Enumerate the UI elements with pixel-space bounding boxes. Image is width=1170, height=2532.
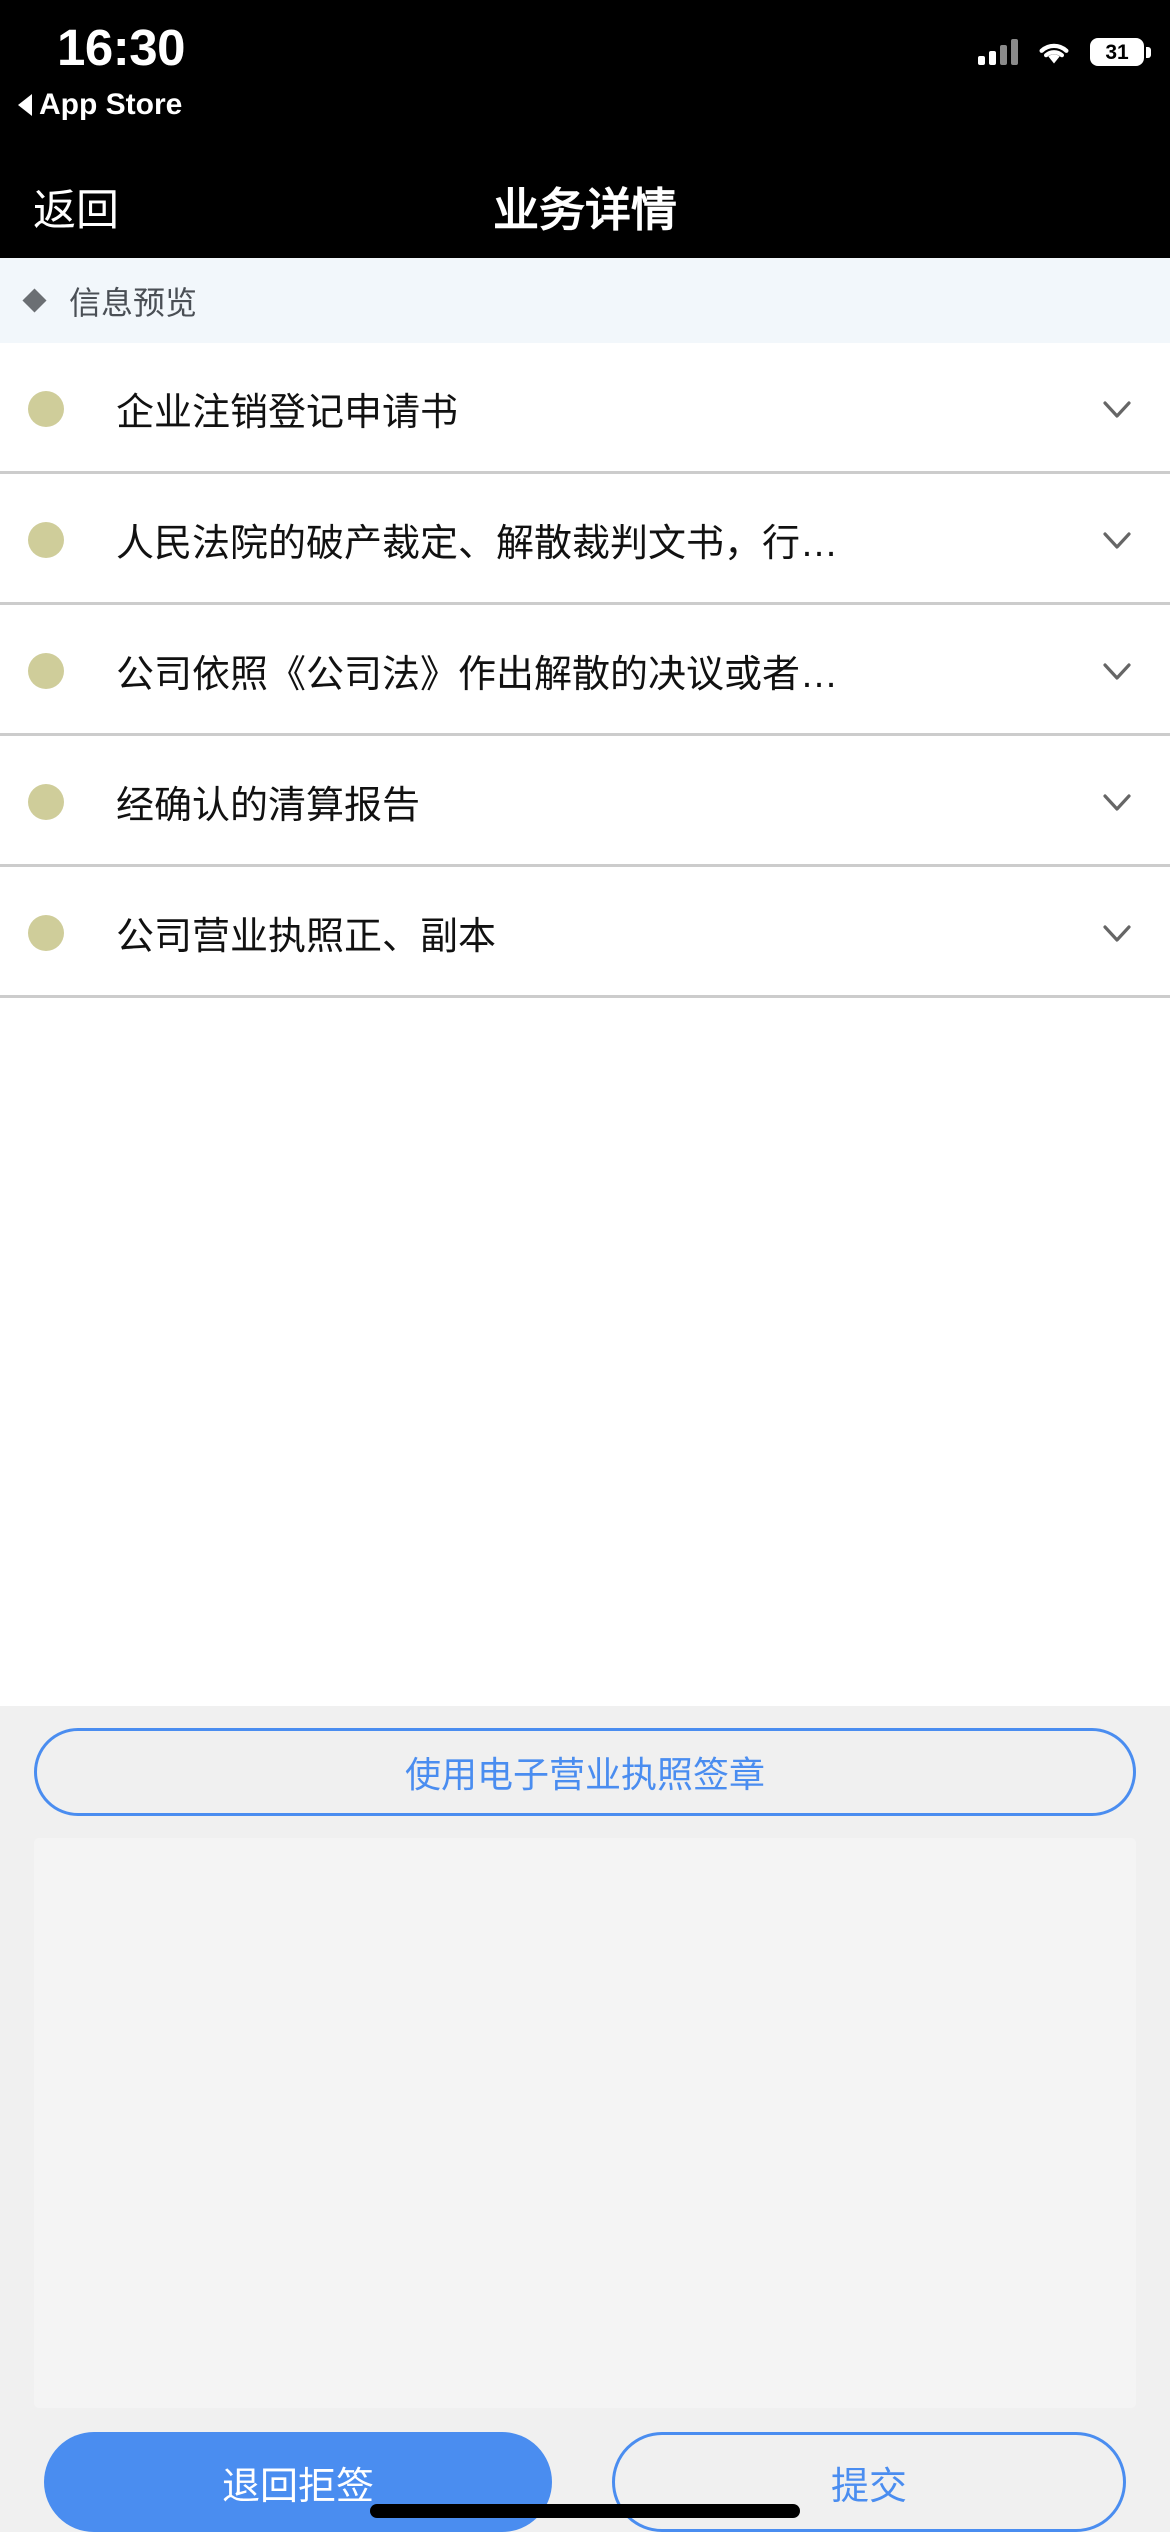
back-to-app-label: App Store <box>39 88 183 121</box>
list-item-label: 公司营业执照正、副本 <box>116 916 497 958</box>
list-item[interactable]: 企业注销登记申请书 <box>0 343 1170 474</box>
page-title: 业务详情 <box>493 183 677 236</box>
list-item[interactable]: 公司依照《公司法》作出解散的决议或者… <box>0 605 1170 736</box>
list-item[interactable]: 经确认的清算报告 <box>0 736 1170 867</box>
status-bar-indicators: 31 <box>978 38 1151 66</box>
chevron-down-icon[interactable] <box>1094 517 1140 563</box>
list-item-label: 经确认的清算报告 <box>116 785 421 827</box>
list-item[interactable]: 公司营业执照正、副本 <box>0 867 1170 998</box>
list-item-label: 公司依照《公司法》作出解散的决议或者… <box>116 654 839 696</box>
section-header-info-preview: 信息预览 <box>0 258 1170 343</box>
use-electronic-license-seal-button[interactable]: 使用电子营业执照签章 <box>34 1728 1136 1816</box>
chevron-down-icon[interactable] <box>1094 386 1140 432</box>
chevron-down-icon[interactable] <box>1094 779 1140 825</box>
status-dot-icon <box>28 783 64 820</box>
chevron-down-icon[interactable] <box>1094 910 1140 956</box>
list-item-label: 人民法院的破产裁定、解散裁判文书，行… <box>116 523 839 565</box>
bottom-panel: 使用电子营业执照签章 退回拒签 提交 <box>0 1706 1170 2532</box>
list-item-label: 企业注销登记申请书 <box>116 392 459 434</box>
back-to-app-store-button[interactable]: App Store <box>18 88 182 122</box>
status-bar: 16:30 App Store 31 <box>0 0 1170 155</box>
home-indicator[interactable] <box>370 2504 800 2518</box>
cellular-bars-icon <box>978 39 1018 65</box>
wifi-icon <box>1037 39 1071 65</box>
signature-canvas[interactable] <box>34 1838 1136 2408</box>
navigation-bar: 返回 业务详情 <box>0 155 1170 258</box>
status-bar-clock: 16:30 <box>57 19 185 76</box>
status-dot-icon <box>28 390 64 427</box>
diamond-bullet-icon <box>22 288 47 313</box>
status-dot-icon <box>28 652 64 689</box>
chevron-down-icon[interactable] <box>1094 648 1140 694</box>
battery-icon: 31 <box>1090 38 1151 66</box>
document-list: 企业注销登记申请书 人民法院的破产裁定、解散裁判文书，行… 公司依照《公司法》作… <box>0 343 1170 1706</box>
status-dot-icon <box>28 914 64 951</box>
status-dot-icon <box>28 521 64 558</box>
phone-screen: 16:30 App Store 31 返回 业务详情 信息预览 企业注销登记申请… <box>0 0 1170 2532</box>
battery-level-label: 31 <box>1105 40 1129 64</box>
list-item[interactable]: 人民法院的破产裁定、解散裁判文书，行… <box>0 474 1170 605</box>
section-header-label: 信息预览 <box>69 284 198 321</box>
triangle-left-icon <box>18 94 32 116</box>
